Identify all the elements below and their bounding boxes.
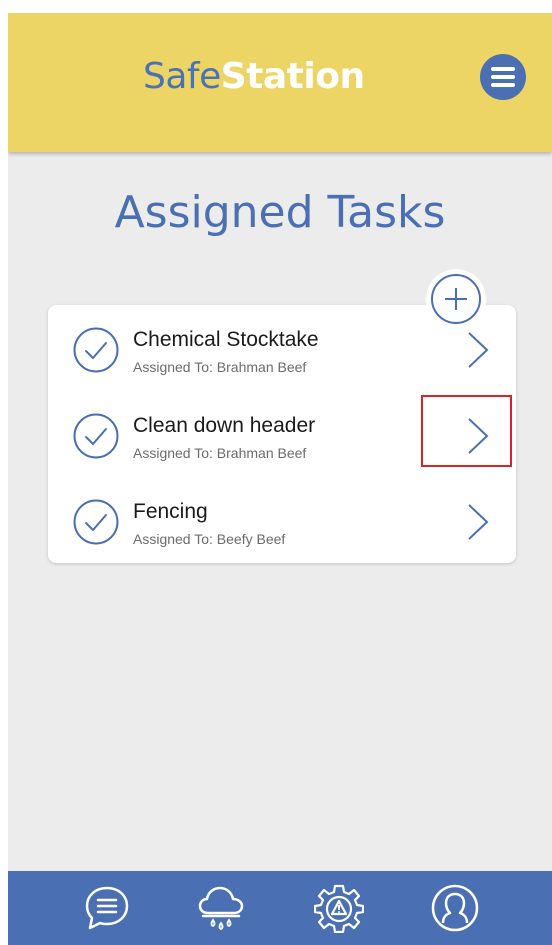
task-assignee: Assigned To: Brahman Beef — [133, 445, 307, 461]
chevron-right-icon[interactable] — [466, 331, 490, 369]
gear-warning-icon[interactable] — [314, 883, 364, 933]
task-title: Fencing — [133, 500, 208, 523]
chat-bubble-icon[interactable] — [82, 883, 132, 933]
task-title: Clean down header — [133, 414, 316, 437]
chevron-right-icon[interactable] — [466, 503, 490, 541]
check-circle-icon — [73, 327, 119, 373]
menu-bar — [491, 83, 515, 87]
add-task-button[interactable] — [426, 269, 486, 329]
task-title: Chemical Stocktake — [133, 328, 319, 351]
app-header: Safe Station — [8, 13, 552, 152]
page-title: Assigned Tasks — [114, 187, 446, 238]
task-assignee: Assigned To: Beefy Beef — [133, 531, 286, 547]
task-list-card: Chemical Stocktake Assigned To: Brahman … — [48, 305, 516, 563]
logo-station-text: Station — [220, 55, 365, 97]
chevron-right-icon[interactable] — [466, 417, 490, 455]
app-logo: Safe Station — [143, 51, 365, 101]
user-profile-icon[interactable] — [430, 883, 480, 933]
task-assignee: Assigned To: Brahman Beef — [133, 359, 307, 375]
logo-safe-text: Safe — [143, 55, 221, 97]
check-circle-icon — [73, 499, 119, 545]
hamburger-menu-icon[interactable] — [480, 54, 526, 100]
bottom-nav-bar — [8, 871, 552, 945]
task-item-clean-down-header[interactable]: Clean down header Assigned To: Brahman B… — [48, 391, 516, 477]
app-screen: Safe Station Assigned Tasks Chemical Stoc… — [8, 13, 552, 945]
menu-bar — [491, 75, 515, 79]
rain-cloud-icon[interactable] — [196, 883, 246, 933]
check-circle-icon — [73, 413, 119, 459]
menu-bar — [491, 67, 515, 71]
plus-icon — [431, 274, 481, 324]
task-item-fencing[interactable]: Fencing Assigned To: Beefy Beef — [48, 477, 516, 563]
